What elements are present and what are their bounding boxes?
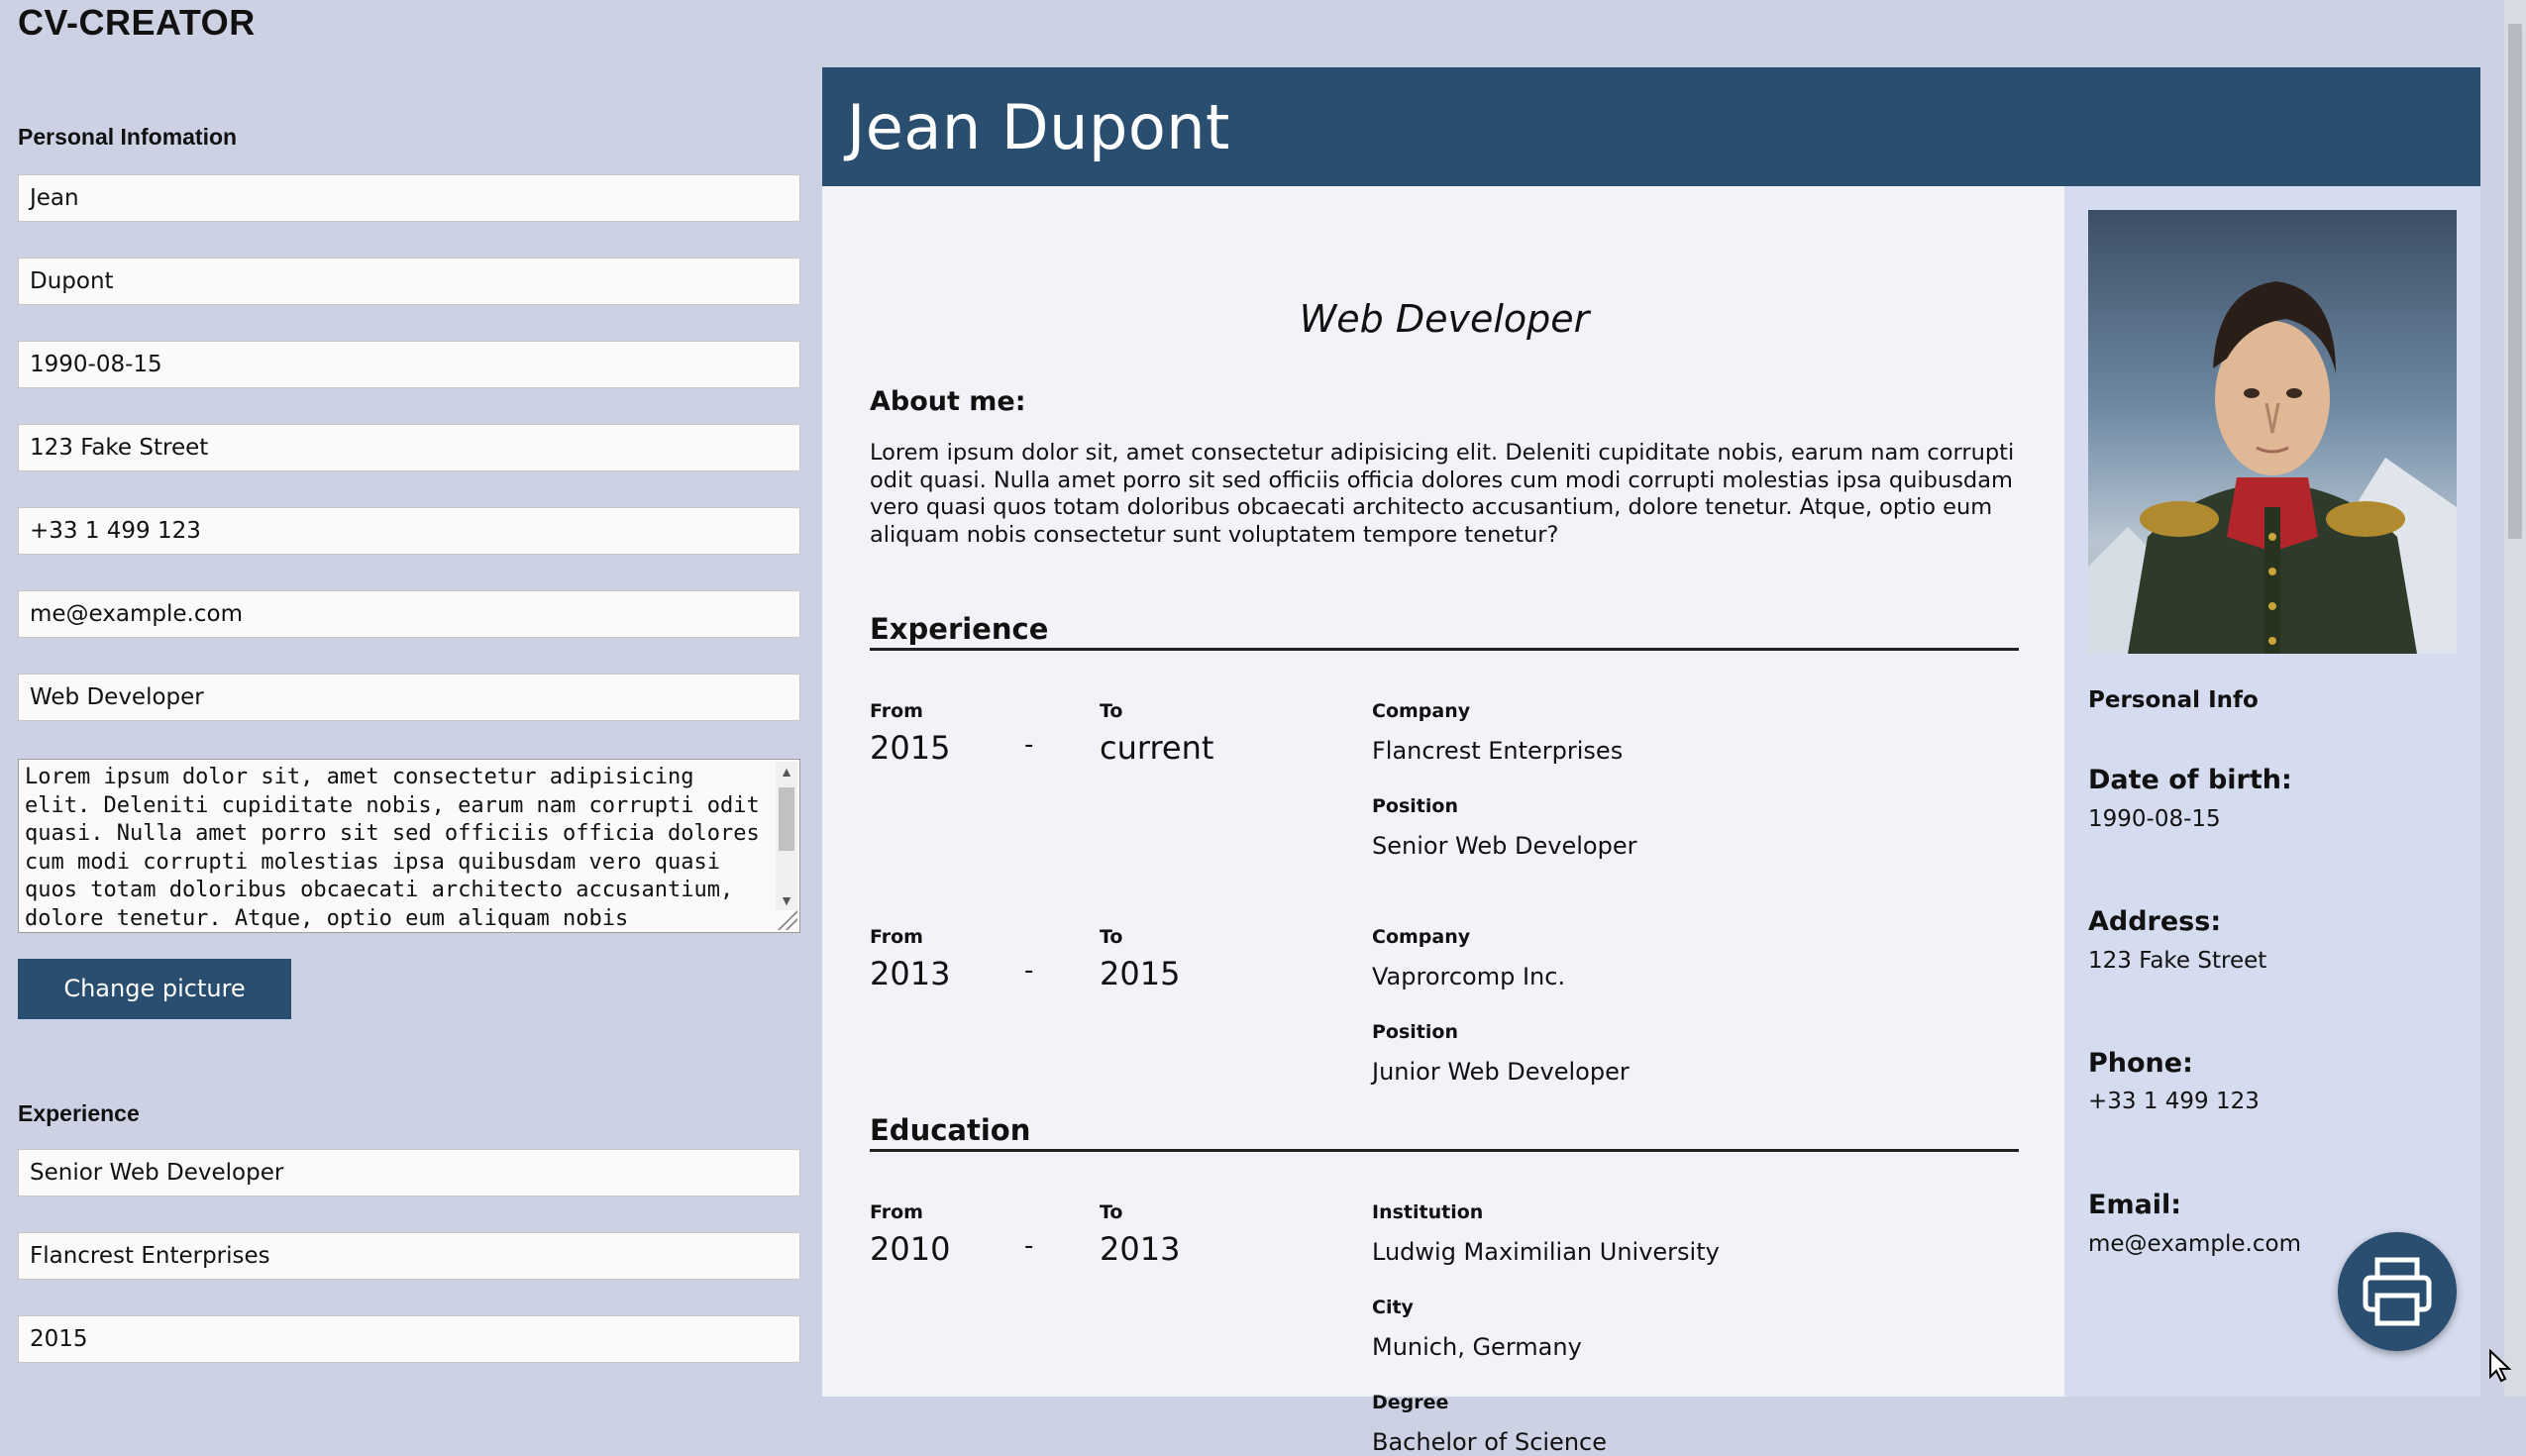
app-title: CV-CREATOR bbox=[18, 2, 256, 43]
experience-from-input[interactable]: 2015 bbox=[18, 1315, 800, 1363]
email-label: Email: bbox=[2088, 1190, 2182, 1220]
personal-info-heading: Personal Infomation bbox=[18, 124, 238, 150]
mouse-cursor-icon bbox=[2489, 1349, 2512, 1383]
cv-name: Jean Dupont bbox=[847, 91, 1230, 163]
institution-value: Ludwig Maximilian University bbox=[1372, 1238, 1720, 1266]
first-name-input[interactable]: Jean bbox=[18, 174, 800, 222]
date-dash: - bbox=[1024, 956, 1034, 986]
phone-input[interactable]: +33 1 499 123 bbox=[18, 507, 800, 555]
about-text: Lorem ipsum dolor sit, amet consectetur … bbox=[870, 440, 2015, 548]
from-year: 2015 bbox=[870, 729, 951, 767]
cv-sidebar: Personal Info Date of birth: 1990-08-15 … bbox=[2064, 186, 2480, 1397]
date-dash: - bbox=[1024, 1231, 1034, 1261]
address-label: Address: bbox=[2088, 906, 2222, 937]
page-scrollbar[interactable] bbox=[2504, 0, 2526, 1397]
last-name-input[interactable]: Dupont bbox=[18, 258, 800, 305]
from-year: 2010 bbox=[870, 1230, 951, 1268]
dob-label: Date of birth: bbox=[2088, 765, 2292, 795]
position-value: Junior Web Developer bbox=[1372, 1058, 1630, 1086]
scroll-up-icon[interactable]: ▲ bbox=[776, 762, 797, 781]
company-value: Flancrest Enterprises bbox=[1372, 737, 1624, 765]
experience-form-heading: Experience bbox=[18, 1100, 140, 1126]
position-label: Position bbox=[1372, 795, 1458, 817]
cv-header: Jean Dupont bbox=[822, 67, 2480, 186]
company-label: Company bbox=[1372, 700, 1471, 722]
page-scroll-thumb[interactable] bbox=[2508, 24, 2522, 539]
city-value: Munich, Germany bbox=[1372, 1333, 1582, 1361]
birth-date-input[interactable]: 1990-08-15 bbox=[18, 341, 800, 388]
company-label: Company bbox=[1372, 926, 1471, 948]
degree-label: Degree bbox=[1372, 1392, 1449, 1413]
degree-value: Bachelor of Science bbox=[1372, 1428, 1607, 1456]
to-label: To bbox=[1100, 1201, 1123, 1223]
phone-label: Phone: bbox=[2088, 1048, 2193, 1079]
from-year: 2013 bbox=[870, 955, 951, 992]
to-year: 2013 bbox=[1100, 1230, 1181, 1268]
experience-position-input[interactable]: Senior Web Developer bbox=[18, 1149, 800, 1196]
dob-value: 1990-08-15 bbox=[2088, 806, 2221, 832]
personal-info-heading: Personal Info bbox=[2088, 687, 2259, 713]
about-textarea[interactable]: Lorem ipsum dolor sit, amet consectetur … bbox=[18, 759, 800, 933]
address-input[interactable]: 123 Fake Street bbox=[18, 424, 800, 471]
institution-label: Institution bbox=[1372, 1201, 1484, 1223]
portrait-illustration bbox=[2088, 281, 2457, 654]
city-label: City bbox=[1372, 1297, 1414, 1318]
about-textarea-text: Lorem ipsum dolor sit, amet consectetur … bbox=[25, 765, 760, 928]
cv-preview: Jean Dupont Web Developer About me: Lore… bbox=[822, 67, 2480, 1456]
textarea-scrollbar[interactable]: ▲ ▼ bbox=[776, 762, 797, 910]
email-value: me@example.com bbox=[2088, 1231, 2301, 1257]
to-label: To bbox=[1100, 700, 1123, 722]
portrait-photo bbox=[2088, 210, 2457, 654]
position-label: Position bbox=[1372, 1021, 1458, 1043]
scroll-down-icon[interactable]: ▼ bbox=[776, 890, 797, 910]
cv-job-title: Web Developer bbox=[1299, 297, 1590, 341]
from-label: From bbox=[870, 700, 923, 722]
experience-company-input[interactable]: Flancrest Enterprises bbox=[18, 1232, 800, 1280]
education-heading: Education bbox=[870, 1113, 2019, 1152]
printer-icon bbox=[2363, 1257, 2432, 1326]
about-heading: About me: bbox=[870, 386, 1026, 417]
change-picture-button[interactable]: Change picture bbox=[18, 959, 291, 1019]
resize-grip-icon[interactable] bbox=[778, 910, 797, 930]
position-value: Senior Web Developer bbox=[1372, 832, 1637, 860]
job-title-input[interactable]: Web Developer bbox=[18, 674, 800, 721]
company-value: Vaprorcomp Inc. bbox=[1372, 963, 1566, 990]
address-value: 123 Fake Street bbox=[2088, 948, 2267, 974]
to-year: 2015 bbox=[1100, 955, 1181, 992]
from-label: From bbox=[870, 1201, 923, 1223]
phone-value: +33 1 499 123 bbox=[2088, 1089, 2260, 1114]
experience-heading: Experience bbox=[870, 612, 2019, 651]
date-dash: - bbox=[1024, 730, 1034, 760]
to-label: To bbox=[1100, 926, 1123, 948]
from-label: From bbox=[870, 926, 923, 948]
textarea-scroll-thumb[interactable] bbox=[779, 787, 794, 851]
email-input[interactable]: me@example.com bbox=[18, 590, 800, 638]
print-button[interactable] bbox=[2338, 1232, 2457, 1351]
to-year: current bbox=[1100, 729, 1214, 767]
